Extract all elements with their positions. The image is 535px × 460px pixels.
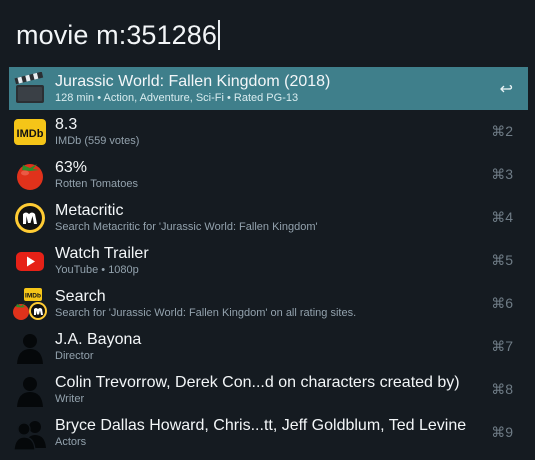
rating-sites-icon: IMDb: [12, 286, 48, 322]
imdb-logo-text: IMDb: [17, 128, 44, 140]
result-row-director[interactable]: J.A. Bayona Director ⌘7: [9, 325, 528, 368]
imdb-logo-icon: IMDb: [12, 114, 48, 150]
result-subtitle: Search for 'Jurassic World: Fallen Kingd…: [55, 307, 357, 319]
result-row-search-all[interactable]: IMDb Search Search for 'Jurassic World: …: [9, 282, 528, 325]
result-title: Jurassic World: Fallen Kingdom (2018): [55, 73, 331, 90]
results-list: Jurassic World: Fallen Kingdom (2018) 12…: [9, 67, 528, 454]
result-title: J.A. Bayona: [55, 331, 142, 348]
result-title: Watch Trailer: [55, 245, 149, 262]
result-title: 63%: [55, 159, 88, 176]
person-icon: [12, 329, 48, 365]
result-subtitle: YouTube • 1080p: [55, 264, 139, 276]
result-row-metacritic[interactable]: Metacritic Search Metacritic for 'Jurass…: [9, 196, 528, 239]
imdb-mini-logo-text: IMDb: [25, 292, 41, 299]
shortcut-hint: ⌘5: [491, 252, 513, 268]
result-subtitle: Actors: [55, 436, 87, 448]
metacritic-logo-icon: [12, 200, 48, 236]
search-query-field[interactable]: movie m:351286: [16, 14, 519, 56]
person-icon: [12, 372, 48, 408]
result-title: 8.3: [55, 116, 78, 133]
result-subtitle: Rotten Tomatoes: [55, 178, 138, 190]
people-icon: [12, 415, 48, 451]
shortcut-hint: ⌘7: [491, 338, 513, 354]
shortcut-hint: ⌘6: [491, 295, 513, 311]
result-row-writers[interactable]: Colin Trevorrow, Derek Con...d on charac…: [9, 368, 528, 411]
result-subtitle: 128 min • Action, Adventure, Sci-Fi • Ra…: [55, 92, 299, 104]
search-query-text: movie m:351286: [16, 19, 218, 50]
result-row-actors[interactable]: Bryce Dallas Howard, Chris...tt, Jeff Go…: [9, 411, 528, 454]
result-title: Colin Trevorrow, Derek Con...d on charac…: [55, 374, 460, 391]
shortcut-hint: ⌘2: [491, 123, 513, 139]
text-caret: [218, 20, 221, 50]
shortcut-hint: ⌘8: [491, 381, 513, 397]
launcher-window: movie m:351286 Jurassic World: Fallen Ki…: [0, 0, 535, 460]
result-subtitle: Director: [55, 350, 94, 362]
result-subtitle: Writer: [55, 393, 85, 405]
tomato-icon: [12, 157, 48, 193]
clapperboard-icon: [12, 71, 48, 107]
result-title: Bryce Dallas Howard, Chris...tt, Jeff Go…: [55, 417, 467, 434]
return-key-hint: ↩: [499, 80, 513, 98]
result-title: Metacritic: [55, 202, 124, 219]
result-row-trailer[interactable]: Watch Trailer YouTube • 1080p ⌘5: [9, 239, 528, 282]
result-title: Search: [55, 288, 106, 305]
shortcut-hint: ⌘4: [491, 209, 513, 225]
result-row-imdb[interactable]: IMDb 8.3 IMDb (559 votes) ⌘2: [9, 110, 528, 153]
result-subtitle: Search Metacritic for 'Jurassic World: F…: [55, 221, 318, 233]
result-row-movie[interactable]: Jurassic World: Fallen Kingdom (2018) 12…: [9, 67, 528, 110]
shortcut-hint: ⌘9: [491, 424, 513, 440]
youtube-play-icon: [12, 243, 48, 279]
result-subtitle: IMDb (559 votes): [55, 135, 140, 147]
shortcut-hint: ⌘3: [491, 166, 513, 182]
result-row-rotten-tomatoes[interactable]: 63% Rotten Tomatoes ⌘3: [9, 153, 528, 196]
